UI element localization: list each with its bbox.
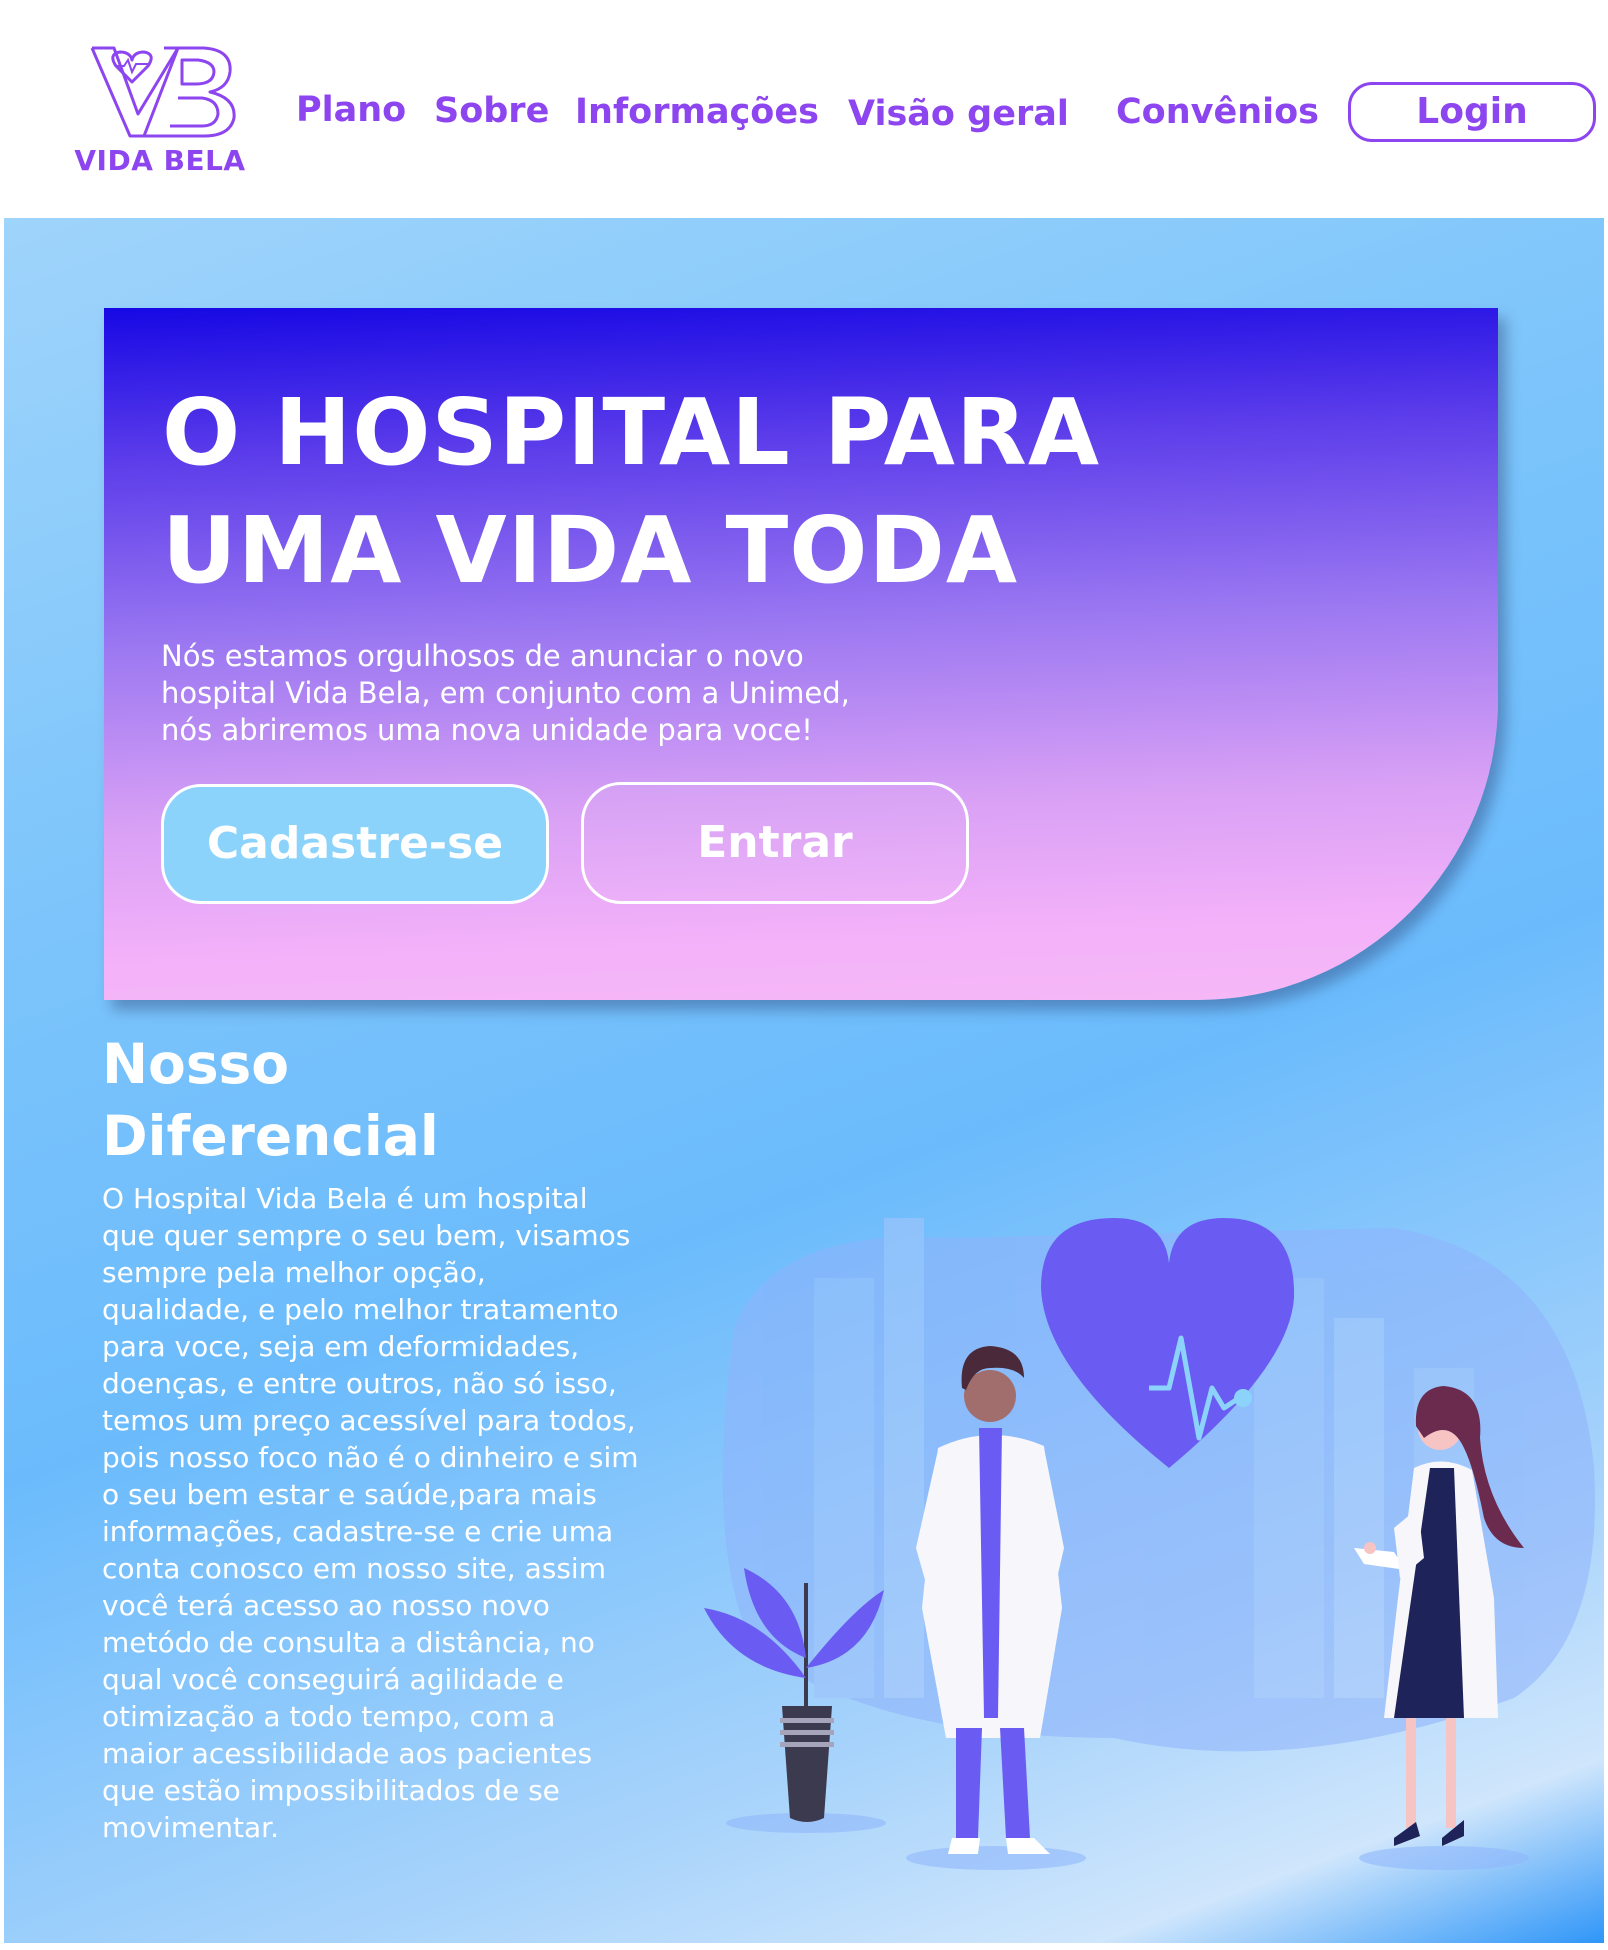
hero-text-line: Nós estamos orgulhosos de anunciar o nov… xyxy=(161,639,804,673)
main-section: O HOSPITAL PARA UMA VIDA TODA Nós estamo… xyxy=(4,218,1604,1943)
diferencial-text-line: doenças, e entre outros, não só isso, xyxy=(102,1367,617,1400)
diferencial-text-line: pois nosso foco não é o dinheiro e sim xyxy=(102,1441,639,1474)
nav-link-informacoes[interactable]: Informações xyxy=(575,92,819,132)
diferencial-text-line: sempre pela melhor opção, xyxy=(102,1256,486,1289)
header: VIDA BELA Plano Sobre Informações Visão … xyxy=(4,0,1604,218)
diferencial-text-line: você terá acesso ao nosso novo xyxy=(102,1589,550,1622)
diferencial-text-line: conta conosco em nosso site, assim xyxy=(102,1552,606,1585)
hero-text-line: nós abriremos uma nova unidade para voce… xyxy=(161,713,813,747)
diferencial-title: Nosso Diferencial xyxy=(102,1028,602,1172)
hero-text-line: hospital Vida Bela, em conjunto com a Un… xyxy=(161,676,850,710)
nav-link-visao-geral[interactable]: Visão geral xyxy=(848,94,1069,134)
diferencial-text-line: que estão impossibilitados de se xyxy=(102,1774,560,1807)
doctors-illustration xyxy=(704,1218,1595,1870)
brand-name: VIDA BELA xyxy=(74,144,246,177)
diferencial-text-line: otimização a todo tempo, com a xyxy=(102,1700,556,1733)
logo[interactable]: VIDA BELA xyxy=(60,40,260,180)
hero-title: O HOSPITAL PARA UMA VIDA TODA xyxy=(162,374,1162,610)
diferencial-text-line: o seu bem estar e saúde,para mais xyxy=(102,1478,597,1511)
nav-link-sobre[interactable]: Sobre xyxy=(434,91,549,131)
hero-card: O HOSPITAL PARA UMA VIDA TODA Nós estamo… xyxy=(104,308,1498,1000)
page: VIDA BELA Plano Sobre Informações Visão … xyxy=(4,0,1604,1943)
diferencial-text-line: maior acessibilidade aos pacientes xyxy=(102,1737,593,1770)
login-button[interactable]: Login xyxy=(1348,82,1596,142)
enter-button[interactable]: Entrar xyxy=(581,782,969,904)
diferencial-title-line: Diferencial xyxy=(102,1104,439,1168)
diferencial-text-line: qualidade, e pelo melhor tratamento xyxy=(102,1293,619,1326)
hero-title-line: O HOSPITAL PARA xyxy=(162,379,1101,486)
nav-link-plano[interactable]: Plano xyxy=(296,90,406,130)
diferencial-text-line: qual você conseguirá agilidade e xyxy=(102,1663,564,1696)
diferencial-text: O Hospital Vida Bela é um hospital que q… xyxy=(102,1180,702,1846)
diferencial-text-line: informações, cadastre-se e crie uma xyxy=(102,1515,614,1548)
diferencial-text-line: temos um preço acessível para todos, xyxy=(102,1404,636,1437)
diferencial-text-line: metódo de consulta a distância, no xyxy=(102,1626,595,1659)
diferencial-title-line: Nosso xyxy=(102,1032,290,1096)
diferencial-text-line: O Hospital Vida Bela é um hospital xyxy=(102,1182,588,1215)
vb-heart-logo-icon xyxy=(90,46,236,138)
diferencial-text-line: que quer sempre o seu bem, visamos xyxy=(102,1219,631,1252)
nav-link-convenios[interactable]: Convênios xyxy=(1116,92,1319,132)
hero-title-line: UMA VIDA TODA xyxy=(162,497,1019,604)
diferencial-text-line: movimentar. xyxy=(102,1811,279,1844)
signup-button[interactable]: Cadastre-se xyxy=(161,784,549,904)
diferencial-text-line: para voce, seja em deformidades, xyxy=(102,1330,580,1363)
hero-description: Nós estamos orgulhosos de anunciar o nov… xyxy=(161,638,921,749)
